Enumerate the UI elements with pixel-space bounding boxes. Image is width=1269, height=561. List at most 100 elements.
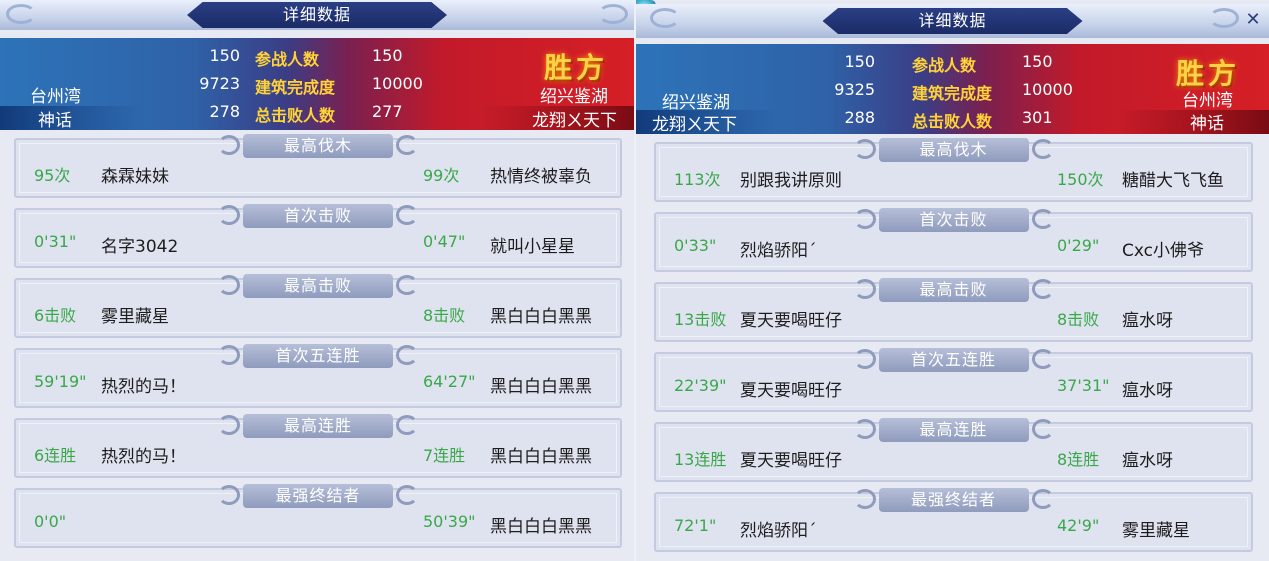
right-player-name: 黑白白白黑黑 [490,307,592,327]
row-label: 最高连胜 [218,414,418,440]
left-player-name: 雾里藏星 [101,307,169,327]
stat-detail-row: 最高伐木 95次 森霖妹妹 99次 热情终被辜负 [14,134,622,198]
right-player-name: 热情终被辜负 [490,167,592,187]
right-result-panel: 详细数据 ✕ 绍兴鉴湖 龙翔ㄨ天下 150 参战人数 150 9325 建筑完成… [636,0,1269,561]
right-stat-value: 99次 [423,166,460,185]
stat-detail-row: 首次击败 0'33" 烈焰骄阳ˊ 0'29" Cxc小佛爷 [654,208,1253,272]
swirl-ornament-icon [218,275,240,295]
winner-badge: 胜方 [544,51,609,84]
title-bar: 详细数据 [0,0,634,30]
stat-row: 9325 建筑完成度 10000 [796,80,1086,108]
right-player-name: 瘟水呀 [1122,381,1173,401]
stat-label: 建筑完成度 [912,84,993,103]
stat-detail-row: 最高连胜 13连胜 夏天要喝旺仔 8连胜 瘟水呀 [654,418,1253,482]
score-banner: 台州湾 神话 150 参战人数 150 9723 建筑完成度 10000 278… [0,38,634,131]
row-label: 最强终结者 [218,484,418,510]
right-player-name: 就叫小星星 [490,237,575,257]
right-stat-value: 8击败 [1057,310,1100,329]
stat-detail-row: 最高连胜 6连胜 热烈的马！ 7连胜 黑白白白黑黑 [14,414,622,478]
stat-detail-row: 首次五连胜 59'19" 热烈的马！ 64'27" 黑白白白黑黑 [14,344,622,408]
left-player-name: 别跟我讲原则 [740,171,842,191]
stat-label: 参战人数 [255,50,320,69]
swirl-ornament-icon [1209,8,1239,28]
swirl-ornament-icon [396,275,418,295]
left-server-name: 台州湾 [30,87,81,107]
left-stat-value: 0'0" [34,512,67,531]
row-label: 首次五连胜 [218,344,418,370]
row-label: 最高伐木 [853,138,1054,164]
stat-row: 278 总击败人数 277 [160,102,450,130]
right-player-name: Cxc小佛爷 [1122,241,1204,261]
title-bar: 详细数据 ✕ [636,4,1269,38]
left-stat-value: 0'33" [674,236,717,255]
right-stat-value: 0'47" [423,232,466,251]
swirl-ornament-icon [853,209,876,229]
right-player-name: 黑白白白黑黑 [490,377,592,397]
left-player-name: 夏天要喝旺仔 [740,451,842,471]
left-guild-name: 龙翔ㄨ天下 [652,115,737,135]
swirl-ornament-icon [396,205,418,225]
right-player-name: 黑白白白黑黑 [490,517,592,537]
left-stat-value: 288 [844,108,875,127]
stat-detail-row: 最高击败 6击败 雾里藏星 8击败 黑白白白黑黑 [14,274,622,338]
left-player-name: 夏天要喝旺仔 [740,311,842,331]
score-banner: 绍兴鉴湖 龙翔ㄨ天下 150 参战人数 150 9325 建筑完成度 10000… [636,44,1269,136]
swirl-ornament-icon [1031,279,1054,299]
left-player-name: 烈焰骄阳ˊ [740,521,817,541]
swirl-ornament-icon [218,345,240,365]
row-label: 最高击败 [853,278,1054,304]
right-stat-value: 8击败 [423,306,466,325]
left-stat-value: 72'1" [674,516,717,535]
row-label: 最高击败 [218,274,418,300]
stat-detail-row: 首次击败 0'31" 名字3042 0'47" 就叫小星星 [14,204,622,268]
left-guild-name: 神话 [38,111,72,131]
stat-detail-row: 最高击败 13击败 夏天要喝旺仔 8击败 瘟水呀 [654,278,1253,342]
swirl-ornament-icon [396,485,418,505]
stat-label: 总击败人数 [255,106,336,125]
close-button[interactable]: ✕ [1241,8,1265,32]
right-stat-value: 150 [372,46,403,65]
row-label: 首次五连胜 [853,348,1054,374]
right-player-name: 瘟水呀 [1122,451,1173,471]
left-stat-value: 278 [209,102,240,121]
swirl-ornament-icon [396,345,418,365]
swirl-ornament-icon [218,485,240,505]
right-stat-value: 42'9" [1057,516,1100,535]
right-player-name: 瘟水呀 [1122,311,1173,331]
right-player-name: 雾里藏星 [1122,521,1190,541]
stat-row: 288 总击败人数 301 [796,108,1086,136]
right-guild-name: 龙翔ㄨ天下 [532,111,617,131]
stat-label: 参战人数 [912,56,977,75]
right-guild-name: 神话 [1190,114,1224,134]
stat-label: 建筑完成度 [255,78,336,97]
swirl-ornament-icon [218,135,240,155]
left-stat-value: 0'31" [34,232,77,251]
stat-label: 总击败人数 [912,112,993,131]
row-label: 最高连胜 [853,418,1054,444]
stat-detail-row: 首次五连胜 22'39" 夏天要喝旺仔 37'31" 瘟水呀 [654,348,1253,412]
row-label: 最高伐木 [218,134,418,160]
swirl-ornament-icon [218,205,240,225]
swirl-ornament-icon [6,4,36,24]
row-label: 首次击败 [853,208,1054,234]
left-stat-value: 150 [844,52,875,71]
swirl-ornament-icon [853,349,876,369]
stat-detail-row: 最高伐木 113次 别跟我讲原则 150次 糖醋大飞飞鱼 [654,138,1253,202]
left-stat-value: 13连胜 [674,450,727,469]
right-player-name: 黑白白白黑黑 [490,447,592,467]
right-stat-value: 37'31" [1057,376,1110,395]
swirl-ornament-icon [1031,349,1054,369]
panel-title: 详细数据 [187,2,447,28]
right-stat-value: 8连胜 [1057,450,1100,469]
left-stat-value: 6击败 [34,306,77,325]
left-player-name: 名字3042 [101,237,179,257]
right-player-name: 糖醋大飞飞鱼 [1122,171,1224,191]
swirl-ornament-icon [396,135,418,155]
stat-row: 150 参战人数 150 [796,52,1086,80]
left-stat-value: 13击败 [674,310,727,329]
left-player-name: 烈焰骄阳ˊ [740,241,817,261]
left-stat-value: 6连胜 [34,446,77,465]
swirl-ornament-icon [396,415,418,435]
swirl-ornament-icon [1031,139,1054,159]
stat-detail-row: 最强终结者 0'0" 50'39" 黑白白白黑黑 [14,484,622,548]
